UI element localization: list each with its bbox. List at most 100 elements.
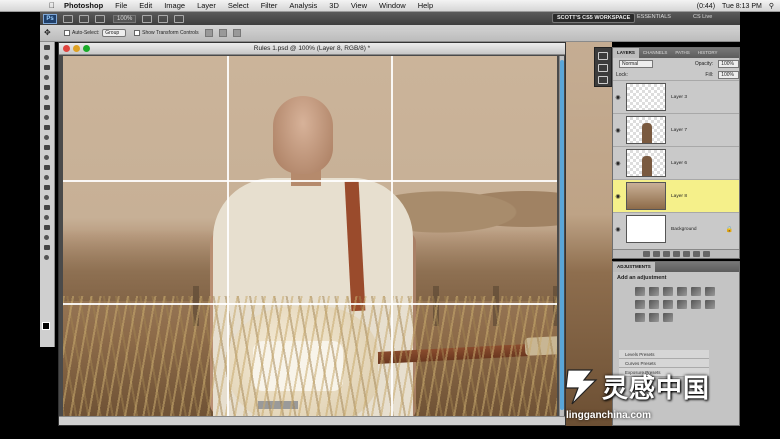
clone-stamp-tool-icon[interactable] [42, 123, 53, 132]
color-balance-icon[interactable] [635, 300, 645, 309]
zoom-level-select[interactable]: 100% [113, 14, 137, 23]
preset-item[interactable]: Exposure Presets [619, 368, 709, 377]
show-transform-checkbox[interactable] [134, 30, 141, 36]
clock[interactable]: Tue 8:13 PM [722, 3, 762, 10]
screen-mode-icon[interactable] [174, 14, 185, 23]
hand-tool-icon[interactable] [142, 14, 153, 23]
menu-3d[interactable]: 3D [329, 1, 339, 10]
menu-view[interactable]: View [351, 1, 367, 10]
tab-history[interactable]: HISTORY [694, 48, 722, 58]
tab-adjustments[interactable]: ADJUSTMENTS [613, 262, 655, 272]
menu-window[interactable]: Window [379, 1, 406, 10]
align-bottom-icon[interactable] [232, 29, 241, 37]
tab-paths[interactable]: PATHS [671, 48, 693, 58]
preset-item[interactable]: Levels Presets [619, 350, 709, 359]
layer-row[interactable]: ◉ Background 🔒 [613, 212, 739, 245]
dodge-tool-icon[interactable] [42, 173, 53, 182]
character-panel-icon[interactable] [598, 76, 608, 84]
workspace-button[interactable]: SCOTT'S CS5 WORKSPACE [552, 13, 636, 23]
brush-tool-icon[interactable] [42, 113, 53, 122]
blur-tool-icon[interactable] [42, 163, 53, 172]
zoom-tool-icon[interactable] [42, 253, 53, 262]
curves-icon[interactable] [663, 287, 673, 296]
preset-item[interactable]: Curves Presets [619, 359, 709, 368]
menu-photoshop[interactable]: Photoshop [64, 1, 103, 10]
battery-status[interactable]: (0:44) [697, 3, 715, 10]
visibility-eye-icon[interactable]: ◉ [613, 127, 623, 134]
move-tool-icon[interactable]: ✥ [44, 28, 56, 38]
black-white-icon[interactable] [649, 300, 659, 309]
lasso-tool-icon[interactable] [42, 63, 53, 72]
bridge-icon[interactable] [63, 14, 73, 23]
menu-help[interactable]: Help [418, 1, 433, 10]
search-icon[interactable]: ⚲ [769, 2, 774, 10]
shape-tool-icon[interactable] [42, 213, 53, 222]
document-title-bar[interactable]: Rules 1.psd @ 100% (Layer 8, RGB/8) * [59, 43, 565, 55]
mini-bridge-icon[interactable] [598, 52, 608, 60]
info-panel-icon[interactable] [598, 64, 608, 72]
trash-icon[interactable] [702, 251, 710, 257]
layer-row[interactable]: ◉ Layer 6 [613, 146, 739, 179]
pen-tool-icon[interactable] [42, 183, 53, 192]
exposure-icon[interactable] [677, 287, 687, 296]
blend-mode-select[interactable]: Normal [619, 59, 654, 68]
move-tool-icon[interactable] [42, 43, 53, 52]
channel-mixer-icon[interactable] [677, 300, 687, 309]
hue-saturation-icon[interactable] [705, 287, 715, 296]
adjustment-layer-icon[interactable] [672, 251, 680, 257]
opacity-input[interactable]: 100% [718, 59, 739, 68]
history-brush-tool-icon[interactable] [42, 133, 53, 142]
visibility-eye-icon[interactable]: ◉ [613, 193, 623, 200]
photo-filter-icon[interactable] [663, 300, 673, 309]
fill-input[interactable]: 100% [718, 70, 739, 79]
menu-file[interactable]: File [115, 1, 127, 10]
essentials-workspace[interactable]: ESSENTIALS [637, 14, 671, 20]
vertical-scrollbar[interactable] [559, 56, 564, 416]
layer-row[interactable]: ◉ Layer 3 [613, 80, 739, 113]
eraser-tool-icon[interactable] [42, 143, 53, 152]
3d-rotate-tool-icon[interactable] [42, 223, 53, 232]
new-group-icon[interactable] [682, 251, 690, 257]
gradient-map-icon[interactable] [649, 313, 659, 322]
3d-camera-tool-icon[interactable] [42, 233, 53, 242]
minimize-window-button[interactable] [73, 45, 80, 52]
layer-row[interactable]: ◉ Layer 7 [613, 113, 739, 146]
brightness-contrast-icon[interactable] [635, 287, 645, 296]
layer-style-icon[interactable] [652, 251, 660, 257]
apple-icon[interactable]:  [46, 1, 58, 10]
marquee-tool-icon[interactable] [42, 53, 53, 62]
menu-image[interactable]: Image [164, 1, 185, 10]
spot-healing-tool-icon[interactable] [42, 103, 53, 112]
zoom-window-button[interactable] [83, 45, 90, 52]
invert-icon[interactable] [691, 300, 701, 309]
visibility-eye-icon[interactable]: ◉ [613, 226, 623, 233]
arrange-documents-icon[interactable] [158, 14, 169, 23]
threshold-icon[interactable] [635, 313, 645, 322]
image-canvas[interactable] [63, 56, 557, 416]
type-tool-icon[interactable] [42, 193, 53, 202]
levels-icon[interactable] [649, 287, 659, 296]
align-top-icon[interactable] [204, 29, 213, 37]
posterize-icon[interactable] [705, 300, 715, 309]
menu-filter[interactable]: Filter [261, 1, 278, 10]
menu-analysis[interactable]: Analysis [289, 1, 317, 10]
link-layers-icon[interactable] [642, 251, 650, 257]
view-extras-icon[interactable] [95, 14, 105, 23]
menu-layer[interactable]: Layer [197, 1, 216, 10]
new-layer-icon[interactable] [692, 251, 700, 257]
tab-channels[interactable]: CHANNELS [639, 48, 672, 58]
vibrance-icon[interactable] [691, 287, 701, 296]
scrollbar-thumb[interactable] [560, 60, 564, 410]
tab-layers[interactable]: LAYERS [613, 48, 639, 58]
foreground-color-swatch[interactable] [42, 322, 50, 330]
menu-select[interactable]: Select [228, 1, 249, 10]
align-middle-icon[interactable] [218, 29, 227, 37]
close-window-button[interactable] [63, 45, 70, 52]
path-selection-tool-icon[interactable] [42, 203, 53, 212]
visibility-eye-icon[interactable]: ◉ [613, 160, 623, 167]
add-mask-icon[interactable] [662, 251, 670, 257]
menu-edit[interactable]: Edit [139, 1, 152, 10]
auto-select-checkbox[interactable] [64, 30, 70, 36]
crop-tool-icon[interactable] [42, 83, 53, 92]
gradient-tool-icon[interactable] [42, 153, 53, 162]
